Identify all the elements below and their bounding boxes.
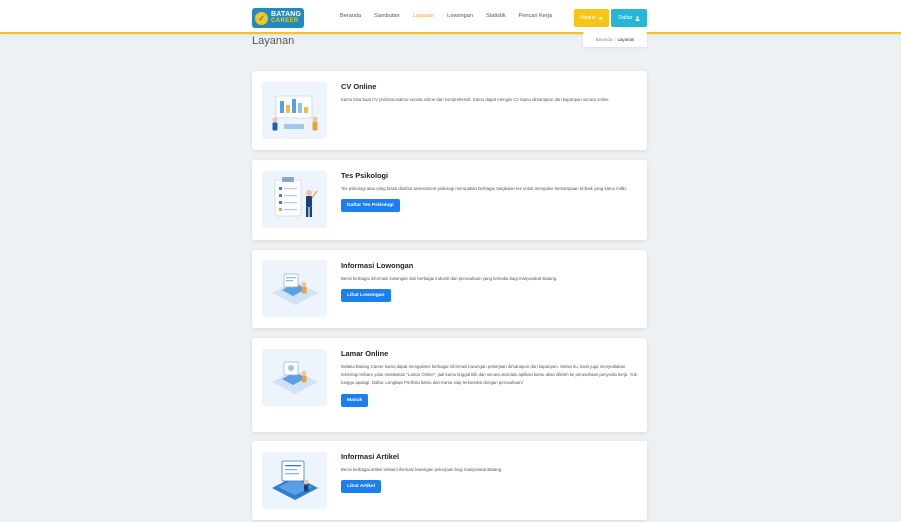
daftar-tes-psikologi-button[interactable]: Daftar Tes Psikologi [341, 199, 400, 213]
service-title: Informasi Artikel [341, 452, 400, 461]
nav-menu: Beranda Sambutan Layanan Lowongan Statis… [340, 13, 565, 19]
service-description: Berisi berbagai artikel terkait informas… [341, 467, 503, 472]
breadcrumb-home[interactable]: Beranda [596, 37, 613, 42]
lihat-artikel-button[interactable]: Lihat Artikel [341, 480, 382, 494]
breadcrumb-separator: / [614, 37, 616, 42]
login-button[interactable]: Masuk [574, 9, 609, 27]
breadcrumb-current: Layanan [617, 37, 635, 42]
lihat-lowongan-button[interactable]: Lihat Lowongan [341, 289, 391, 303]
informasi-artikel-illustration [262, 452, 327, 509]
informasi-lowongan-illustration [262, 260, 327, 317]
tes-psikologi-illustration [262, 171, 327, 228]
nav-item-lowongan[interactable]: Lowongan [447, 13, 473, 19]
service-card-cv-online: CV Online Kamu bisa buat CV professional… [252, 71, 647, 150]
service-title: Tes Psikologi [341, 171, 389, 180]
service-description: Melalui Batang Career kamu dapat mengaks… [341, 364, 637, 386]
nav-item-layanan[interactable]: Layanan [413, 13, 434, 19]
nav-item-statistik[interactable]: Statistik [486, 13, 506, 19]
register-button-label: Daftar [618, 15, 633, 21]
service-description: Kamu bisa buat CV professionalmu secara … [341, 97, 610, 102]
brand-line2: CAREER [271, 18, 299, 24]
lamar-online-illustration [262, 349, 327, 406]
logo-mark-icon: ✓ [255, 11, 268, 25]
service-title: CV Online [341, 82, 377, 91]
page-title: Layanan [252, 35, 295, 47]
service-card-informasi-lowongan: Informasi Lowongan Berisi berbagai infor… [252, 250, 647, 328]
masuk-button[interactable]: Masuk [341, 393, 369, 407]
cv-online-illustration [262, 82, 327, 139]
register-button[interactable]: Daftar [611, 9, 647, 27]
nav-item-beranda[interactable]: Beranda [340, 13, 361, 19]
service-card-informasi-artikel: Informasi Artikel Berisi berbagai artike… [252, 441, 647, 520]
breadcrumb: Beranda / Layanan [583, 32, 647, 47]
brand-logo[interactable]: ✓ BATANG CAREER [252, 8, 304, 28]
top-navbar: ✓ BATANG CAREER Beranda Sambutan Layanan… [0, 0, 901, 34]
service-card-tes-psikologi: Tes Psikologi Tes psikologi atau yang bi… [252, 160, 647, 240]
sign-in-icon [598, 16, 603, 20]
brand-line1: BATANG [271, 11, 302, 18]
service-description: Tes psikologi atau yang biasa disebut as… [341, 186, 627, 191]
service-title: Informasi Lowongan [341, 261, 414, 270]
service-description: Berisi berbagai informasi lowongan dari … [341, 276, 558, 281]
service-title: Lamar Online [341, 349, 389, 358]
nav-item-sambutan[interactable]: Sambutan [374, 13, 400, 19]
service-card-lamar-online: Lamar Online Melalui Batang Career kamu … [252, 338, 647, 432]
nav-item-pencari-kerja[interactable]: Pencari Kerja [519, 13, 553, 19]
user-icon [635, 15, 640, 21]
login-button-label: Masuk [580, 15, 596, 21]
